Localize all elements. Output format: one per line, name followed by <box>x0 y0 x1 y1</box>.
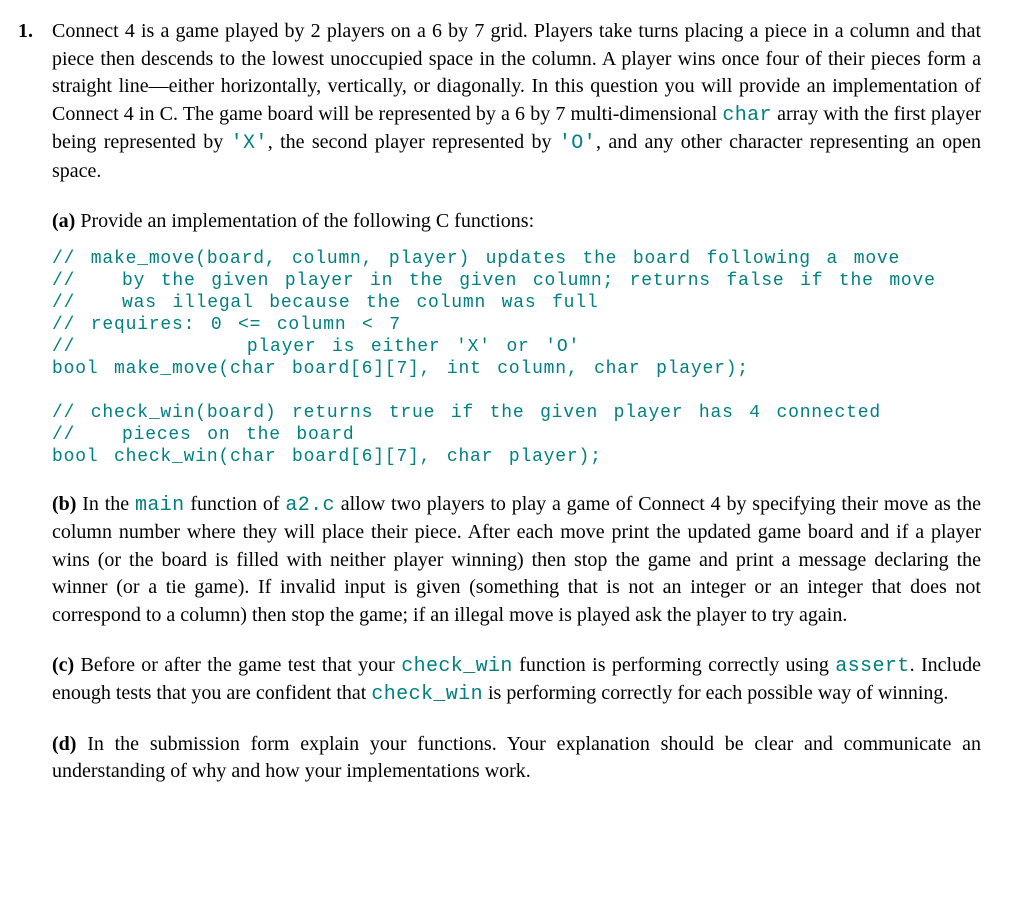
intro-paragraph: Connect 4 is a game played by 2 players … <box>52 18 981 186</box>
part-c: (c) Before or after the game test that y… <box>52 652 981 709</box>
part-b-t1: In the <box>76 493 135 515</box>
question-number: 1. <box>18 18 52 46</box>
part-c-t1: Before or after the game test that your <box>74 654 401 676</box>
part-b-label: (b) <box>52 493 76 515</box>
code-block: // make_move(board, column, player) upda… <box>52 249 981 469</box>
question-1: 1. Connect 4 is a game played by 2 playe… <box>18 18 981 786</box>
code-x: 'X' <box>231 132 268 155</box>
part-d-text: In the submission form explain your func… <box>52 733 981 783</box>
part-d-label: (d) <box>52 733 76 755</box>
part-b: (b) In the main function of a2.c allow t… <box>52 491 981 630</box>
question-body: Connect 4 is a game played by 2 players … <box>52 18 981 786</box>
part-c-t2: function is performing correctly using <box>513 654 835 676</box>
code-a2c: a2.c <box>285 494 335 517</box>
part-b-t2: function of <box>185 493 286 515</box>
part-d: (d) In the submission form explain your … <box>52 731 981 786</box>
intro-text-3: , the second player represented by <box>268 131 559 153</box>
part-a-label: (a) <box>52 210 75 232</box>
part-a-text: Provide an implementation of the followi… <box>75 210 534 232</box>
part-a: (a) Provide an implementation of the fol… <box>52 208 981 236</box>
part-c-t4: is performing correctly for each possibl… <box>483 682 948 704</box>
code-checkwin-1: check_win <box>401 655 513 678</box>
code-o: 'O' <box>559 132 596 155</box>
code-char: char <box>722 104 772 127</box>
part-c-label: (c) <box>52 654 74 676</box>
code-checkwin-2: check_win <box>371 683 483 706</box>
code-assert: assert <box>835 655 909 678</box>
code-main: main <box>135 494 185 517</box>
